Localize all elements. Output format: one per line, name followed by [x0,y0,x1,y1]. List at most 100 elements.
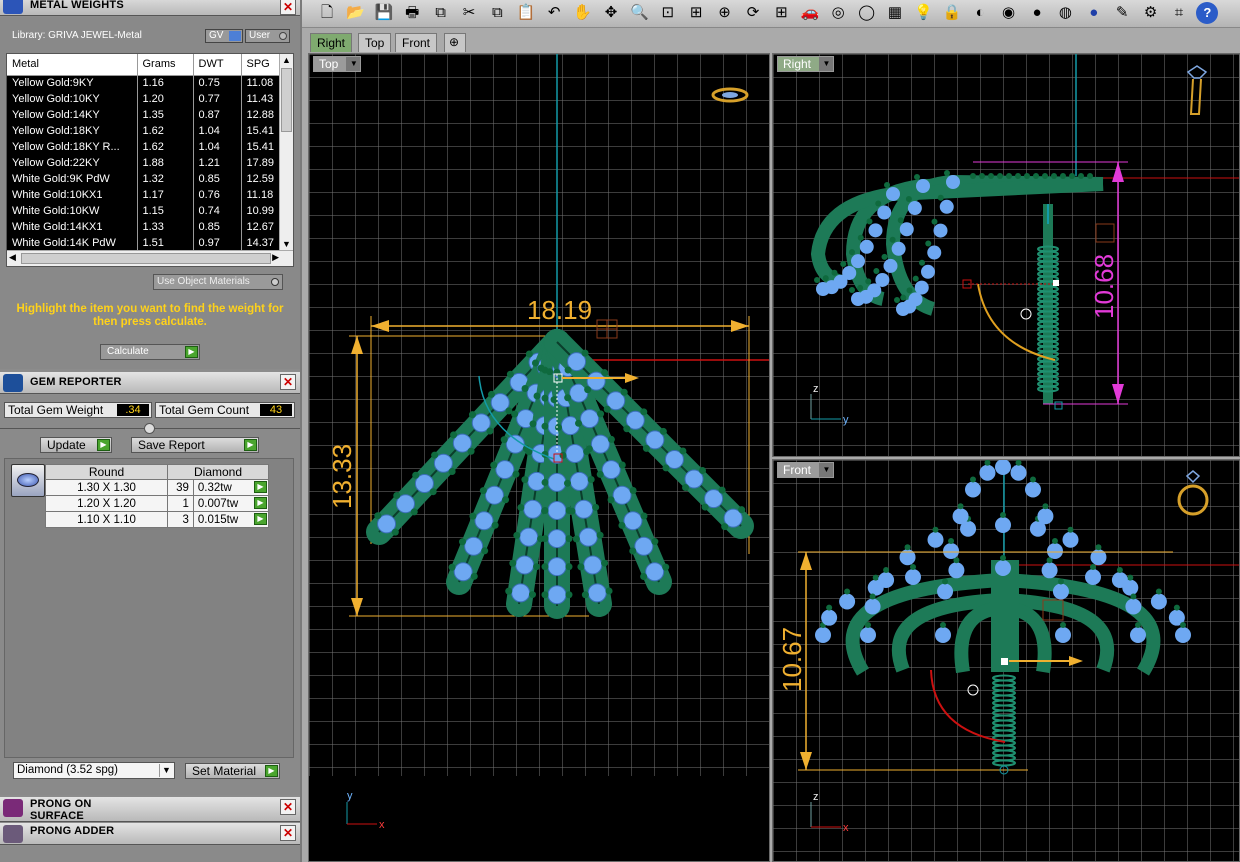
front-viewport-label[interactable]: Front ▼ [777,462,835,478]
close-icon[interactable]: ✕ [280,374,296,390]
save-report-label: Save Report [138,438,205,452]
help-icon[interactable]: ? [1196,2,1219,24]
scroll-thumb[interactable] [281,68,292,132]
table-cell: 1.33 [137,219,194,235]
tab-top[interactable]: Top [358,33,392,52]
table-row[interactable]: White Gold:10KW 1.15 0.74 10.99 [7,203,282,219]
car-icon[interactable]: 🚗 [799,2,821,24]
zoom-window-icon[interactable]: ⊡ [657,2,679,24]
table-cell: Yellow Gold:18KY [7,123,138,139]
close-icon[interactable]: ✕ [280,825,296,841]
gv-toggle[interactable]: GV [205,29,243,43]
horizontal-scrollbar[interactable]: ◀ ▶ [7,250,293,266]
total-gem-weight-field: Total Gem Weight .34 [4,402,152,418]
column-header[interactable]: Grams [137,54,194,76]
save-report-button[interactable]: Save Report ▶ [131,437,259,453]
metal-weights-header: METAL WEIGHTS ✕ [0,0,300,16]
use-object-materials-checkbox[interactable]: Use Object Materials [153,274,283,290]
set-material-button[interactable]: Set Material ▶ [185,763,280,779]
gem-list: Round Diamond 1.30 X 1.30 39 0.32tw ▶ 1.20 X… [4,458,294,758]
color-icon[interactable]: ◉ [998,2,1020,24]
pencil-icon[interactable]: ✎ [1111,2,1133,24]
close-icon[interactable]: ✕ [280,0,296,15]
table-row[interactable]: White Gold:9K PdW 1.32 0.85 12.59 [7,171,282,187]
table-row[interactable]: Yellow Gold:9KY 1.16 0.75 11.08 [7,75,282,91]
blue-sphere-icon[interactable]: ● [1083,2,1105,24]
front-viewport[interactable]: Front ▼ 10.67 z x [772,459,1240,862]
table-row[interactable]: Yellow Gold:14KY 1.35 0.87 12.88 [7,107,282,123]
pan-icon[interactable]: ✋ [572,2,594,24]
save-icon[interactable]: 💾 [373,2,395,24]
crop-icon[interactable]: ⌗ [1168,2,1190,24]
zoom-target-icon[interactable]: ⊕ [714,2,736,24]
gem-icon[interactable] [11,464,45,497]
close-icon[interactable]: ✕ [280,799,296,815]
lock-icon[interactable]: 🔒 [941,2,963,24]
axis-y-label: y [843,414,849,426]
paste-icon[interactable]: 📋 [515,2,537,24]
column-header[interactable]: SPG [241,54,282,76]
vertical-scrollbar[interactable]: ▲ ▼ [279,54,293,250]
move-icon[interactable]: ✥ [600,2,622,24]
undo-icon[interactable]: ↶ [543,2,565,24]
tab-front[interactable]: Front [395,33,438,52]
copy-icon[interactable]: ⧉ [430,2,452,24]
set-material-label: Set Material [192,764,257,778]
four-views-icon[interactable]: ⊞ [770,2,792,24]
render-sphere-icon[interactable]: ◍ [1054,2,1076,24]
right-viewport[interactable]: Right ▼ 10.68 z y [772,53,1240,457]
table-row[interactable]: Yellow Gold:10KY 1.20 0.77 11.43 [7,91,282,107]
material-select[interactable]: Diamond (3.52 spg) ▼ [13,762,175,779]
layers-icon[interactable]: ▦ [884,2,906,24]
prong-on-surface-header[interactable]: PRONG ON SURFACE ✕ [0,797,300,822]
right-viewport-label[interactable]: Right ▼ [777,56,835,72]
table-cell: 11.08 [241,75,282,91]
camera-icon[interactable]: ◎ [827,2,849,24]
duplicate-icon[interactable]: ⧉ [486,2,508,24]
column-header[interactable]: DWT [193,54,242,76]
select-gems-icon[interactable]: ▶ [254,513,267,525]
table-row[interactable]: Yellow Gold:22KY 1.88 1.21 17.89 [7,155,282,171]
gear-icon[interactable]: ⚙ [1140,2,1162,24]
table-row[interactable]: White Gold:14KX1 1.33 0.85 12.67 [7,219,282,235]
rotate-view-icon[interactable]: ⟳ [742,2,764,24]
table-row[interactable]: White Gold:14K PdW 1.51 0.97 14.37 [7,235,282,251]
top-viewport-label[interactable]: Top ▼ [313,56,362,72]
scroll-left-icon[interactable]: ◀ [9,252,16,263]
scroll-down-icon[interactable]: ▼ [282,239,291,249]
table-cell: 1.62 [137,123,194,139]
table-row[interactable]: White Gold:10KX1 1.17 0.76 11.18 [7,187,282,203]
column-header[interactable]: Metal [7,54,138,76]
select-gems-icon[interactable]: ▶ [254,481,267,493]
table-cell: Yellow Gold:22KY [7,155,138,171]
open-icon[interactable]: 📂 [344,2,366,24]
add-tab-icon[interactable]: ⊕ [444,33,466,52]
sphere-icon[interactable]: ● [1026,2,1048,24]
zoom-icon[interactable]: 🔍 [628,2,650,24]
table-row[interactable]: Yellow Gold:18KY R... 1.62 1.04 15.41 [7,139,282,155]
table-row[interactable]: Yellow Gold:18KY 1.62 1.04 15.41 [7,123,282,139]
scroll-up-icon[interactable]: ▲ [282,55,291,65]
gem-row[interactable]: 1.20 X 1.20 1 0.007tw ▶ [45,495,270,512]
hscroll-thumb[interactable] [21,253,271,264]
circle-icon[interactable]: ◯ [856,2,878,24]
update-button[interactable]: Update ▶ [40,437,112,453]
zoom-extents-icon[interactable]: ⊞ [685,2,707,24]
new-icon[interactable]: 🗋 [316,2,338,24]
light-icon[interactable]: 💡 [912,2,934,24]
top-viewport[interactable]: Top ▼ 18.19 13.33 y x [308,53,770,862]
panel-footer [0,846,300,862]
gem-row[interactable]: 1.30 X 1.30 39 0.32tw ▶ [45,479,270,496]
user-toggle[interactable]: User [245,29,290,43]
prong-adder-header[interactable]: PRONG ADDER ✕ [0,823,300,845]
collapse-handle-icon[interactable] [144,423,155,434]
select-gems-icon[interactable]: ▶ [254,497,267,509]
material-icon[interactable]: ◐ [969,2,991,24]
scroll-right-icon[interactable]: ▶ [272,252,279,263]
tab-right[interactable]: Right [310,33,353,52]
gem-row[interactable]: 1.10 X 1.10 3 0.015tw ▶ [45,511,270,528]
calculate-button[interactable]: Calculate ▶ [100,344,200,360]
prong-adder-icon [3,825,23,843]
print-icon[interactable]: 🖶 [401,2,423,24]
cut-icon[interactable]: ✂ [458,2,480,24]
